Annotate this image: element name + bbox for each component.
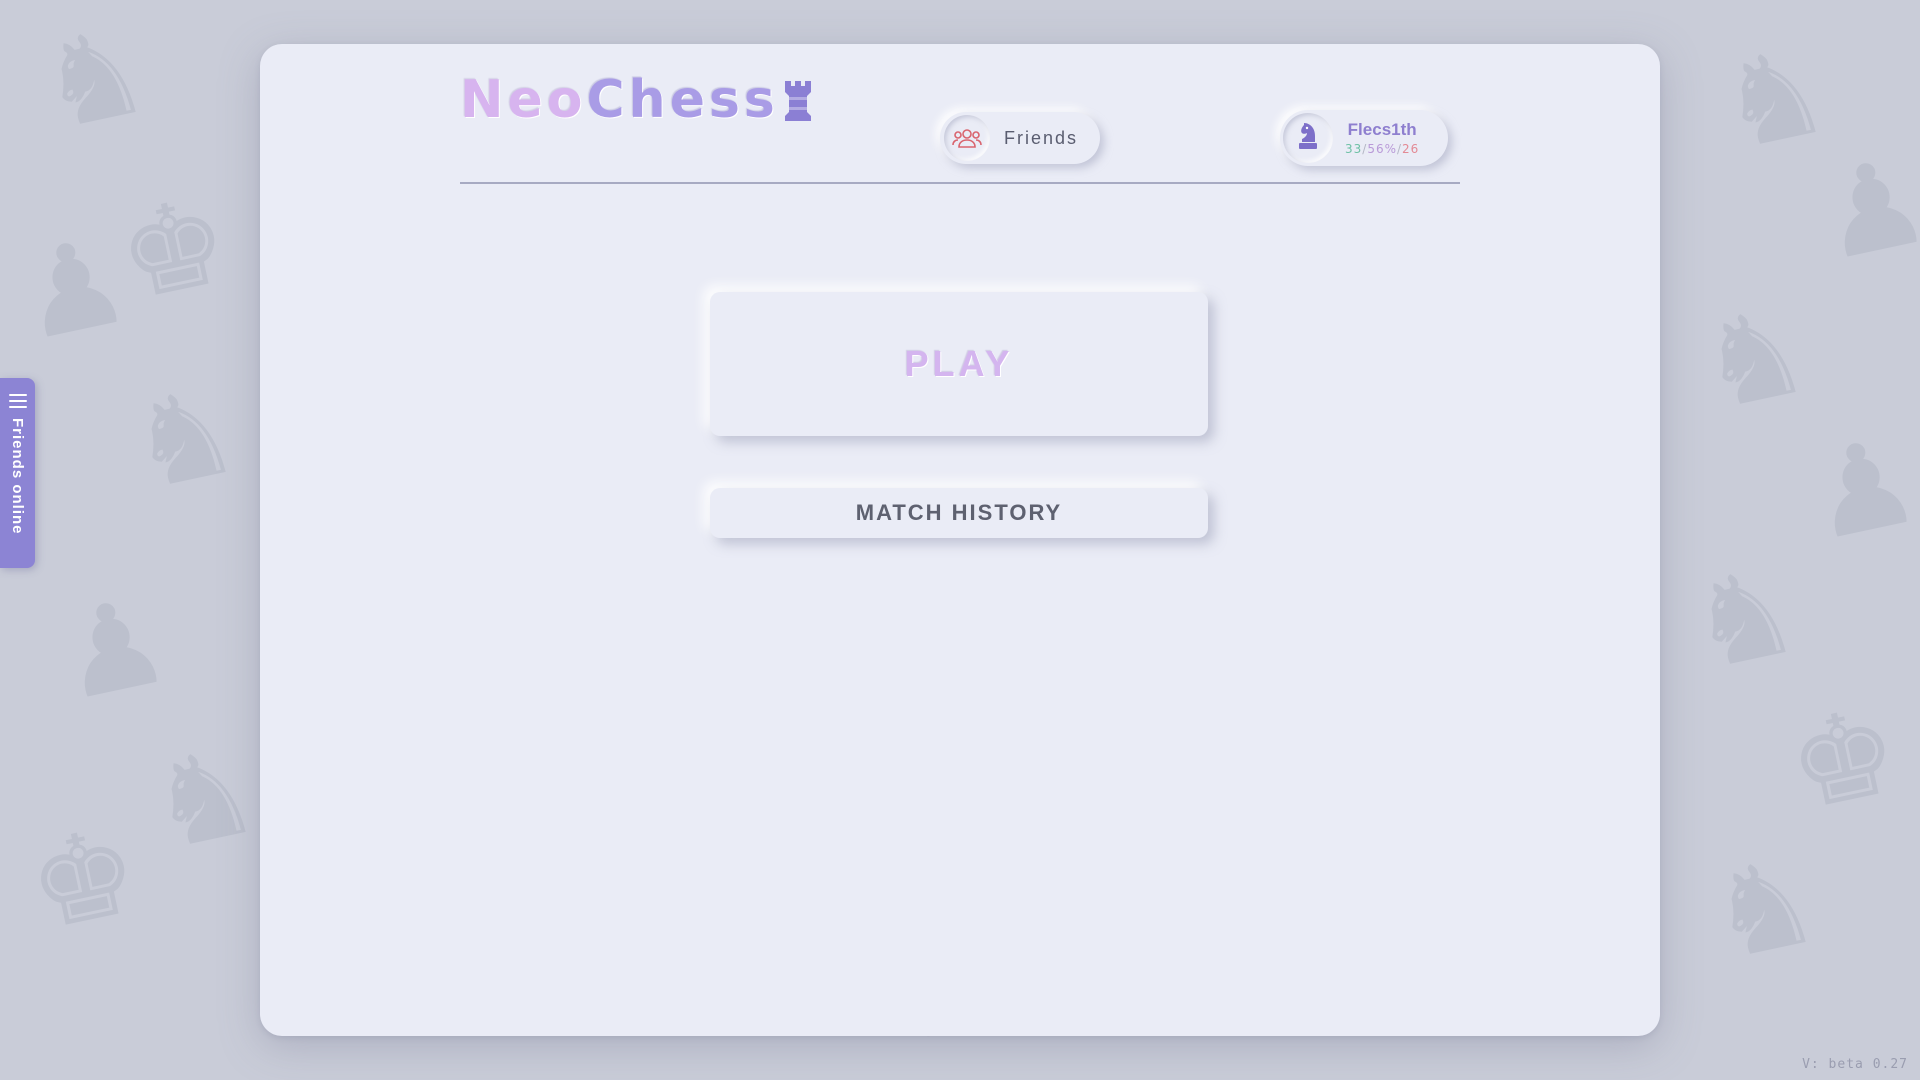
knight-icon (1297, 121, 1319, 155)
bg-knight-icon: ♞ (26, 0, 161, 159)
bg-knight-icon: ♞ (136, 720, 271, 879)
profile-info: Flecs1th 33/56%/26 (1345, 120, 1419, 156)
bg-pawn-icon: ♟ (46, 570, 181, 729)
profile-button[interactable]: Flecs1th 33/56%/26 (1280, 110, 1448, 166)
bg-knight-icon: ♞ (116, 360, 251, 519)
match-history-button[interactable]: MATCH HISTORY (710, 488, 1208, 538)
header: Neo Chess Friends Flecs1th 33/56%/26 (460, 64, 1460, 184)
logo-text-neo: Neo (460, 70, 587, 130)
bg-knight-icon: ♞ (1676, 540, 1811, 699)
friends-online-label: Friends online (9, 418, 26, 535)
main-card: Neo Chess Friends Flecs1th 33/56%/26 PLA… (260, 44, 1660, 1036)
rook-icon (781, 77, 815, 123)
play-button[interactable]: PLAY (710, 292, 1208, 436)
bg-pawn-icon: ♟ (1806, 130, 1920, 289)
users-icon (944, 115, 990, 161)
bg-king-icon: ♚ (16, 800, 151, 959)
version-label: V: beta 0.27 (1802, 1057, 1908, 1072)
friends-online-tab[interactable]: Friends online (0, 378, 35, 568)
logo-text-chess: Chess (586, 70, 779, 130)
match-history-label: MATCH HISTORY (855, 500, 1063, 525)
hamburger-icon (8, 394, 27, 408)
bg-pawn-icon: ♟ (1796, 410, 1920, 569)
stats: 33/56%/26 (1345, 142, 1419, 156)
avatar (1283, 113, 1333, 163)
bg-knight-icon: ♞ (1696, 830, 1831, 989)
friends-button[interactable]: Friends (940, 112, 1100, 164)
play-label: PLAY (904, 343, 1014, 384)
bg-knight-icon: ♞ (1686, 280, 1821, 439)
app-logo[interactable]: Neo Chess (460, 70, 815, 130)
username: Flecs1th (1347, 120, 1417, 139)
stat-losses: 26 (1402, 142, 1420, 156)
friends-label: Friends (1004, 127, 1079, 148)
stat-wins: 33 (1345, 142, 1363, 156)
bg-king-icon: ♚ (1776, 680, 1911, 839)
stat-win-rate: 56% (1367, 142, 1397, 156)
